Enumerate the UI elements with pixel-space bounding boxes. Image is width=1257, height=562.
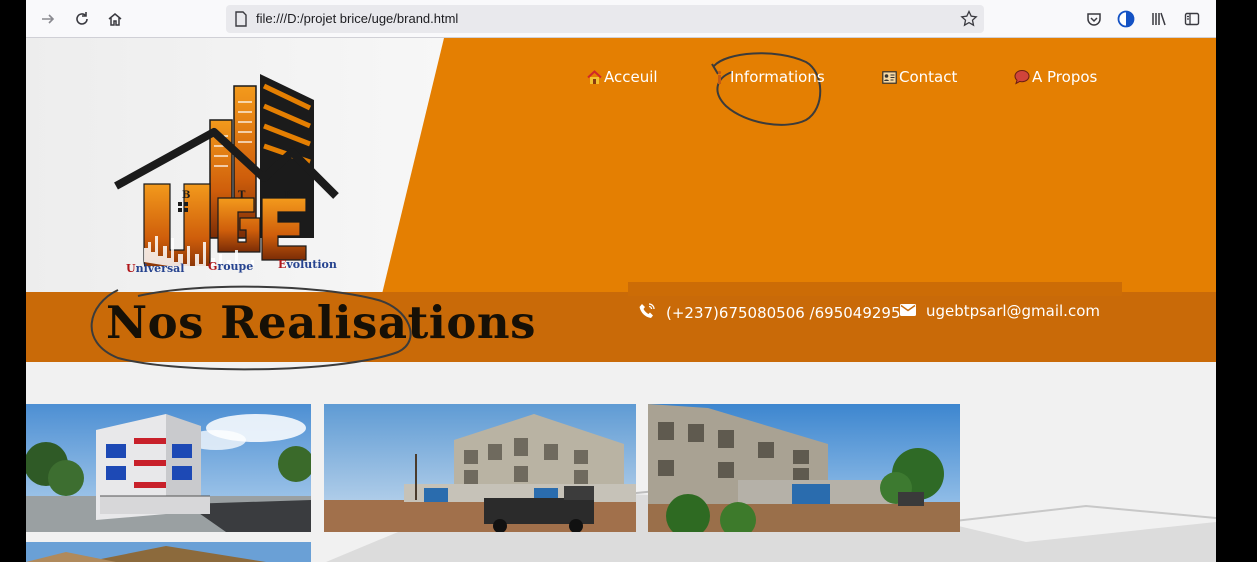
bookmark-star-icon[interactable] xyxy=(960,9,978,32)
nav-label: Contact xyxy=(899,68,958,86)
scribble-annotation xyxy=(711,52,822,126)
realisation-photo-1[interactable] xyxy=(26,404,311,532)
pocket-icon[interactable] xyxy=(1084,9,1104,29)
contrast-icon[interactable] xyxy=(1116,9,1136,29)
forward-icon[interactable] xyxy=(38,9,58,29)
reload-icon[interactable] xyxy=(72,9,92,29)
nav-item-contact[interactable]: Contact xyxy=(881,68,957,86)
sidebar-icon[interactable] xyxy=(1182,9,1202,29)
logo-graphic xyxy=(114,74,339,280)
url-text[interactable]: file:///D:/projet brice/uge/brand.html xyxy=(256,11,458,26)
phone-number: (+237)675080506 /695049295 xyxy=(666,304,901,322)
realisation-photo-3[interactable] xyxy=(648,404,960,532)
logo-letter-p: P xyxy=(284,190,292,201)
logo-word-groupe: Groupe xyxy=(208,260,254,273)
email-address: ugebtpsarl@gmail.com xyxy=(926,302,1100,320)
nav-item-informations[interactable]: Informations xyxy=(712,68,825,86)
logo-word-universal: Universal xyxy=(126,262,185,275)
browser-toolbar: file:///D:/projet brice/uge/brand.html xyxy=(26,0,1216,38)
logo-letter-t: T xyxy=(238,190,246,201)
info-icon xyxy=(712,69,728,85)
realisation-photo-2[interactable] xyxy=(324,404,636,532)
realisation-photo-4[interactable] xyxy=(26,542,311,562)
nav-item-acceuil[interactable]: Acceuil xyxy=(586,68,658,86)
house-icon xyxy=(586,69,602,85)
browser-window: file:///D:/projet brice/uge/brand.html A… xyxy=(26,0,1216,562)
contact-strip-tab xyxy=(628,282,1122,296)
logo-word-evolution: Evolution xyxy=(278,258,337,271)
library-icon[interactable] xyxy=(1149,9,1169,29)
phone-icon xyxy=(638,302,656,324)
home-icon[interactable] xyxy=(105,9,125,29)
nav-label: Informations xyxy=(730,68,825,86)
phone-contact[interactable]: (+237)675080506 /695049295 xyxy=(638,302,901,324)
url-bar[interactable]: file:///D:/projet brice/uge/brand.html xyxy=(226,5,984,33)
contact-card-icon xyxy=(881,69,897,85)
page-icon xyxy=(234,11,248,31)
nav-item-a-propos[interactable]: A Propos xyxy=(1014,68,1097,86)
uge-btp-logo[interactable]: B T P Universal Groupe Evolution xyxy=(114,66,344,280)
envelope-icon xyxy=(900,302,916,320)
logo-letter-b: B xyxy=(182,190,191,201)
nav-label: A Propos xyxy=(1032,68,1098,86)
website: Acceuil Informations Contact A Propos B … xyxy=(26,38,1216,562)
nav-label: Acceuil xyxy=(604,68,658,86)
speech-bubble-icon xyxy=(1014,69,1030,85)
email-contact[interactable]: ugebtpsarl@gmail.com xyxy=(900,302,1100,320)
page-title: Nos Realisations xyxy=(106,296,536,349)
